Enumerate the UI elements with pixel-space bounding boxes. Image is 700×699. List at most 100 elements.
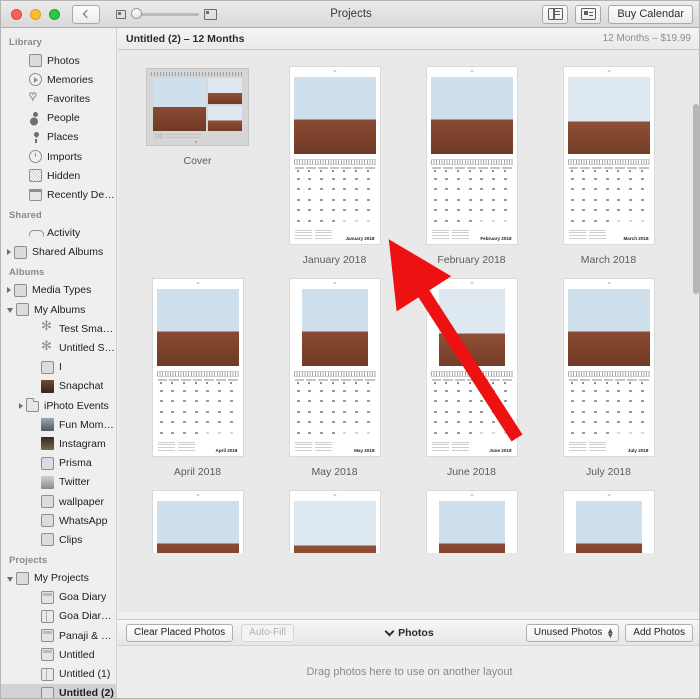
month-photo[interactable]	[567, 289, 650, 366]
sidebar-item-hidden[interactable]: Hidden	[1, 166, 116, 185]
month-photo[interactable]	[438, 501, 505, 553]
month-photo[interactable]	[575, 501, 642, 553]
sidebar-item-untitled-sma[interactable]: Untitled Sma…	[1, 338, 116, 357]
sidebar-item-snapchat[interactable]: Snapchat	[1, 377, 116, 396]
day-cell	[489, 421, 501, 426]
sidebar-item-i[interactable]: I	[1, 358, 116, 377]
month-photo[interactable]	[430, 77, 513, 154]
sidebar-item-iphoto-events[interactable]: iPhoto Events	[1, 396, 116, 415]
calendar-page-cell[interactable]: February 2018 February 2018	[403, 59, 540, 271]
calendar-page-cell[interactable]: June 2018 June 2018	[403, 271, 540, 483]
auto-fill-button[interactable]: Auto-Fill	[241, 623, 294, 642]
sidebar-item-memories[interactable]: Memories	[1, 70, 116, 89]
calendar-page-cell[interactable]	[266, 483, 403, 553]
minimize-window-button[interactable]	[30, 8, 41, 20]
month-photo[interactable]	[156, 501, 239, 553]
photos-tray-toggle[interactable]: Photos	[294, 626, 526, 639]
calendar-page-cell[interactable]: May 2018 May 2018	[266, 271, 403, 483]
buy-calendar-button[interactable]: Buy Calendar	[608, 4, 693, 24]
sidebar-item-fun-moments[interactable]: Fun Moments	[1, 415, 116, 434]
calendar-page-cell[interactable]	[540, 483, 677, 553]
mini-calendars	[431, 441, 469, 453]
day-cell	[305, 209, 317, 214]
month-photo[interactable]	[567, 77, 650, 154]
sidebar-item-imports[interactable]: Imports	[1, 147, 116, 166]
unused-photos-select[interactable]: Unused Photos ▲ ▼	[525, 623, 620, 642]
month-photo[interactable]	[438, 289, 505, 366]
month-page-thumbnail[interactable]: April 2018	[152, 279, 243, 456]
month-page-thumbnail[interactable]: February 2018	[426, 67, 517, 244]
zoom-out-icon[interactable]	[116, 9, 126, 19]
sidebar-item-panaji-bard[interactable]: Panaji & Bard…	[1, 626, 116, 645]
sidebar-item-media-types[interactable]: Media Types	[1, 281, 116, 300]
info-panel-button[interactable]	[575, 4, 602, 24]
zoom-slider-track[interactable]	[131, 8, 199, 19]
sidebar-item-favorites[interactable]: Favorites	[1, 88, 116, 108]
disclosure-closed-icon[interactable]	[7, 287, 11, 294]
month-page-thumbnail[interactable]	[289, 491, 380, 553]
month-photo[interactable]	[293, 77, 376, 154]
calendar-page-cell[interactable]: March 2018 March 2018	[540, 59, 677, 271]
sidebar-item-instagram[interactable]: Instagram	[1, 434, 116, 453]
maximize-window-button[interactable]	[49, 8, 60, 20]
sidebar-item-people[interactable]: People	[1, 109, 116, 128]
sidebar-item-photos[interactable]: Photos	[1, 51, 116, 70]
sidebar-item-clips[interactable]: Clips	[1, 530, 116, 549]
month-page-thumbnail[interactable]: January 2018	[289, 67, 380, 244]
month-photo[interactable]	[156, 289, 239, 366]
sidebar-item-my-projects[interactable]: My Projects	[1, 569, 116, 588]
cover-page-thumbnail[interactable]	[147, 69, 248, 145]
zoom-in-icon[interactable]	[204, 8, 217, 20]
calendar-page-cell[interactable]: April 2018 April 2018	[129, 271, 266, 483]
add-photos-button[interactable]: Add Photos	[625, 623, 693, 642]
disclosure-closed-icon[interactable]	[19, 402, 23, 409]
day-cell	[203, 400, 215, 405]
photo-drop-area[interactable]: Drag photos here to use on another layou…	[118, 646, 699, 698]
close-window-button[interactable]	[11, 8, 22, 20]
month-page-thumbnail[interactable]: March 2018	[563, 67, 654, 244]
sidebar[interactable]: Library Photos Memories Favorites People Plac…	[1, 28, 117, 698]
sidebar-item-my-albums[interactable]: My Albums	[1, 300, 116, 319]
sidebar-item-recently-deleted[interactable]: Recently Deleted	[1, 185, 116, 204]
sidebar-item-activity[interactable]: Activity	[1, 224, 116, 243]
sidebar-item-places[interactable]: Places	[1, 128, 116, 147]
sidebar-item-untitled-2[interactable]: Untitled (2)	[1, 683, 116, 698]
sidebar-item-untitled[interactable]: Untitled	[1, 645, 116, 664]
back-button[interactable]	[72, 4, 100, 24]
month-page-thumbnail[interactable]: May 2018	[289, 279, 380, 456]
sidebar-item-test-smart-a[interactable]: Test Smart A…	[1, 318, 116, 338]
cover-text-block	[155, 133, 205, 140]
month-page-thumbnail[interactable]	[426, 491, 517, 553]
disclosure-closed-icon[interactable]	[7, 249, 11, 256]
clear-placed-photos-button[interactable]: Clear Placed Photos	[126, 623, 234, 642]
zoom-slider-group[interactable]	[116, 8, 217, 20]
sidebar-item-goa-diary-1[interactable]: Goa Diary (1)	[1, 607, 116, 626]
month-page-thumbnail[interactable]: June 2018	[426, 279, 517, 456]
calendar-page-cell[interactable]: Cover	[129, 59, 266, 271]
day-cell	[501, 400, 513, 405]
sidebar-item-shared-albums[interactable]: Shared Albums	[1, 243, 116, 262]
sidebar-item-twitter[interactable]: Twitter	[1, 473, 116, 492]
month-name-label: July 2018	[627, 448, 649, 453]
sidebar-item-wallpaper[interactable]: wallpaper	[1, 492, 116, 511]
zoom-slider-knob[interactable]	[131, 8, 142, 19]
split-view-button[interactable]	[542, 4, 569, 24]
disclosure-open-icon[interactable]	[7, 576, 13, 582]
calendar-page-cell[interactable]	[403, 483, 540, 553]
sidebar-item-untitled-1[interactable]: Untitled (1)	[1, 664, 116, 683]
disclosure-open-icon[interactable]	[7, 308, 13, 314]
month-page-thumbnail[interactable]	[152, 491, 243, 553]
book-icon	[41, 667, 54, 681]
sidebar-item-prisma[interactable]: Prisma	[1, 454, 116, 473]
month-page-thumbnail[interactable]	[563, 491, 654, 553]
sidebar-item-goa-diary[interactable]: Goa Diary	[1, 588, 116, 607]
month-page-thumbnail[interactable]: July 2018	[563, 279, 654, 456]
calendar-page-cell[interactable]: January 2018 January 2018	[266, 59, 403, 271]
month-photo[interactable]	[293, 501, 376, 553]
calendar-page-cell[interactable]	[129, 483, 266, 553]
month-photo[interactable]	[301, 289, 368, 366]
calendar-pages-area[interactable]: Cover January 2018 January 2018 February 20…	[118, 50, 699, 612]
calendar-page-cell[interactable]: July 2018 July 2018	[540, 271, 677, 483]
vertical-scrollbar[interactable]	[693, 104, 699, 294]
sidebar-item-whatsapp[interactable]: WhatsApp	[1, 511, 116, 530]
